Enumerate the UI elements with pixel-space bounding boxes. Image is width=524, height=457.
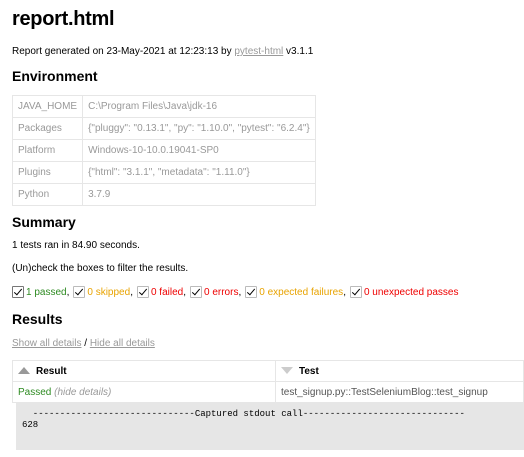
test-column-header[interactable]: Test [275, 360, 524, 382]
results-table: Result Test Passed (hide details) test_s… [12, 360, 524, 403]
failed-checkbox[interactable] [136, 286, 149, 298]
filter-unexpected-passes[interactable]: 0 unexpected passes [349, 286, 459, 298]
env-value: {"html": "3.1.1", "metadata": "1.11.0"} [82, 161, 316, 184]
env-value: {"pluggy": "0.13.1", "py": "1.10.0", "py… [82, 117, 316, 140]
env-key: Python [11, 183, 84, 206]
env-key: Plugins [11, 161, 84, 184]
sort-ascending-icon [18, 367, 30, 375]
environment-table: JAVA_HOME C:\Program Files\Java\jdk-16 P… [11, 95, 316, 206]
filter-expected-failures[interactable]: 0 expected failures, [245, 286, 346, 298]
unexpected-passes-checkbox[interactable] [349, 286, 362, 298]
result-filters: 1 passed, 0 skipped, 0 failed, 0 errors,… [12, 286, 462, 298]
passed-checkbox[interactable] [12, 286, 24, 298]
filter-failed[interactable]: 0 failed, [136, 286, 186, 298]
results-header-row: Result Test [12, 360, 524, 382]
env-value: Windows-10-10.0.19041-SP0 [82, 139, 316, 162]
details-toggle: Show all details / Hide all details [12, 338, 155, 349]
filter-errors-label: 0 errors [204, 286, 239, 298]
result-status: Passed [18, 386, 52, 398]
expected-failures-checkbox[interactable] [245, 286, 258, 298]
filter-failed-label: 0 failed [150, 286, 184, 298]
sort-descending-icon [281, 367, 293, 375]
log-container: ------------------------------Captured s… [16, 403, 524, 450]
environment-heading: Environment [12, 68, 98, 84]
captured-stdout-log: ------------------------------Captured s… [22, 409, 516, 449]
details-separator: / [81, 338, 90, 349]
filter-passed-label: 1 passed [26, 286, 67, 298]
env-row: Python 3.7.9 [11, 183, 316, 206]
env-key: Platform [11, 139, 84, 162]
generated-suffix: v3.1.1 [283, 46, 314, 57]
env-value: C:\Program Files\Java\jdk-16 [82, 95, 316, 118]
table-row[interactable]: Passed (hide details) test_signup.py::Te… [12, 381, 524, 403]
hide-details-toggle[interactable]: (hide details) [54, 387, 111, 398]
results-heading: Results [12, 311, 63, 327]
filter-skipped[interactable]: 0 skipped, [73, 286, 133, 298]
env-key: JAVA_HOME [11, 95, 84, 118]
env-row: Plugins {"html": "3.1.1", "metadata": "1… [11, 161, 316, 184]
generated-line: Report generated on 23-May-2021 at 12:23… [12, 46, 313, 57]
show-all-details-link[interactable]: Show all details [12, 338, 81, 349]
env-row: JAVA_HOME C:\Program Files\Java\jdk-16 [11, 95, 316, 118]
filter-errors[interactable]: 0 errors, [190, 286, 241, 298]
env-value: 3.7.9 [82, 183, 316, 206]
filter-expected-failures-label: 0 expected failures [259, 286, 344, 298]
filter-hint-text: (Un)check the boxes to filter the result… [12, 263, 189, 274]
pytest-html-link[interactable]: pytest-html [234, 46, 283, 57]
result-column-header[interactable]: Result [12, 360, 276, 382]
errors-checkbox[interactable] [190, 286, 202, 298]
test-cell: test_signup.py::TestSeleniumBlog::test_s… [275, 381, 524, 403]
result-cell: Passed (hide details) [12, 381, 276, 403]
env-row: Platform Windows-10-10.0.19041-SP0 [11, 139, 316, 162]
hide-all-details-link[interactable]: Hide all details [90, 338, 155, 349]
filter-unexpected-passes-label: 0 unexpected passes [363, 286, 459, 298]
filter-skipped-label: 0 skipped [87, 286, 131, 298]
page-title: report.html [12, 8, 115, 30]
env-key: Packages [11, 117, 84, 140]
summary-heading: Summary [12, 214, 76, 230]
tests-ran-text: 1 tests ran in 84.90 seconds. [12, 240, 140, 251]
env-row: Packages {"pluggy": "0.13.1", "py": "1.1… [11, 117, 316, 140]
generated-prefix: Report generated on 23-May-2021 at 12:23… [12, 46, 235, 57]
filter-passed[interactable]: 1 passed, [12, 286, 69, 298]
skipped-checkbox[interactable] [73, 286, 86, 298]
